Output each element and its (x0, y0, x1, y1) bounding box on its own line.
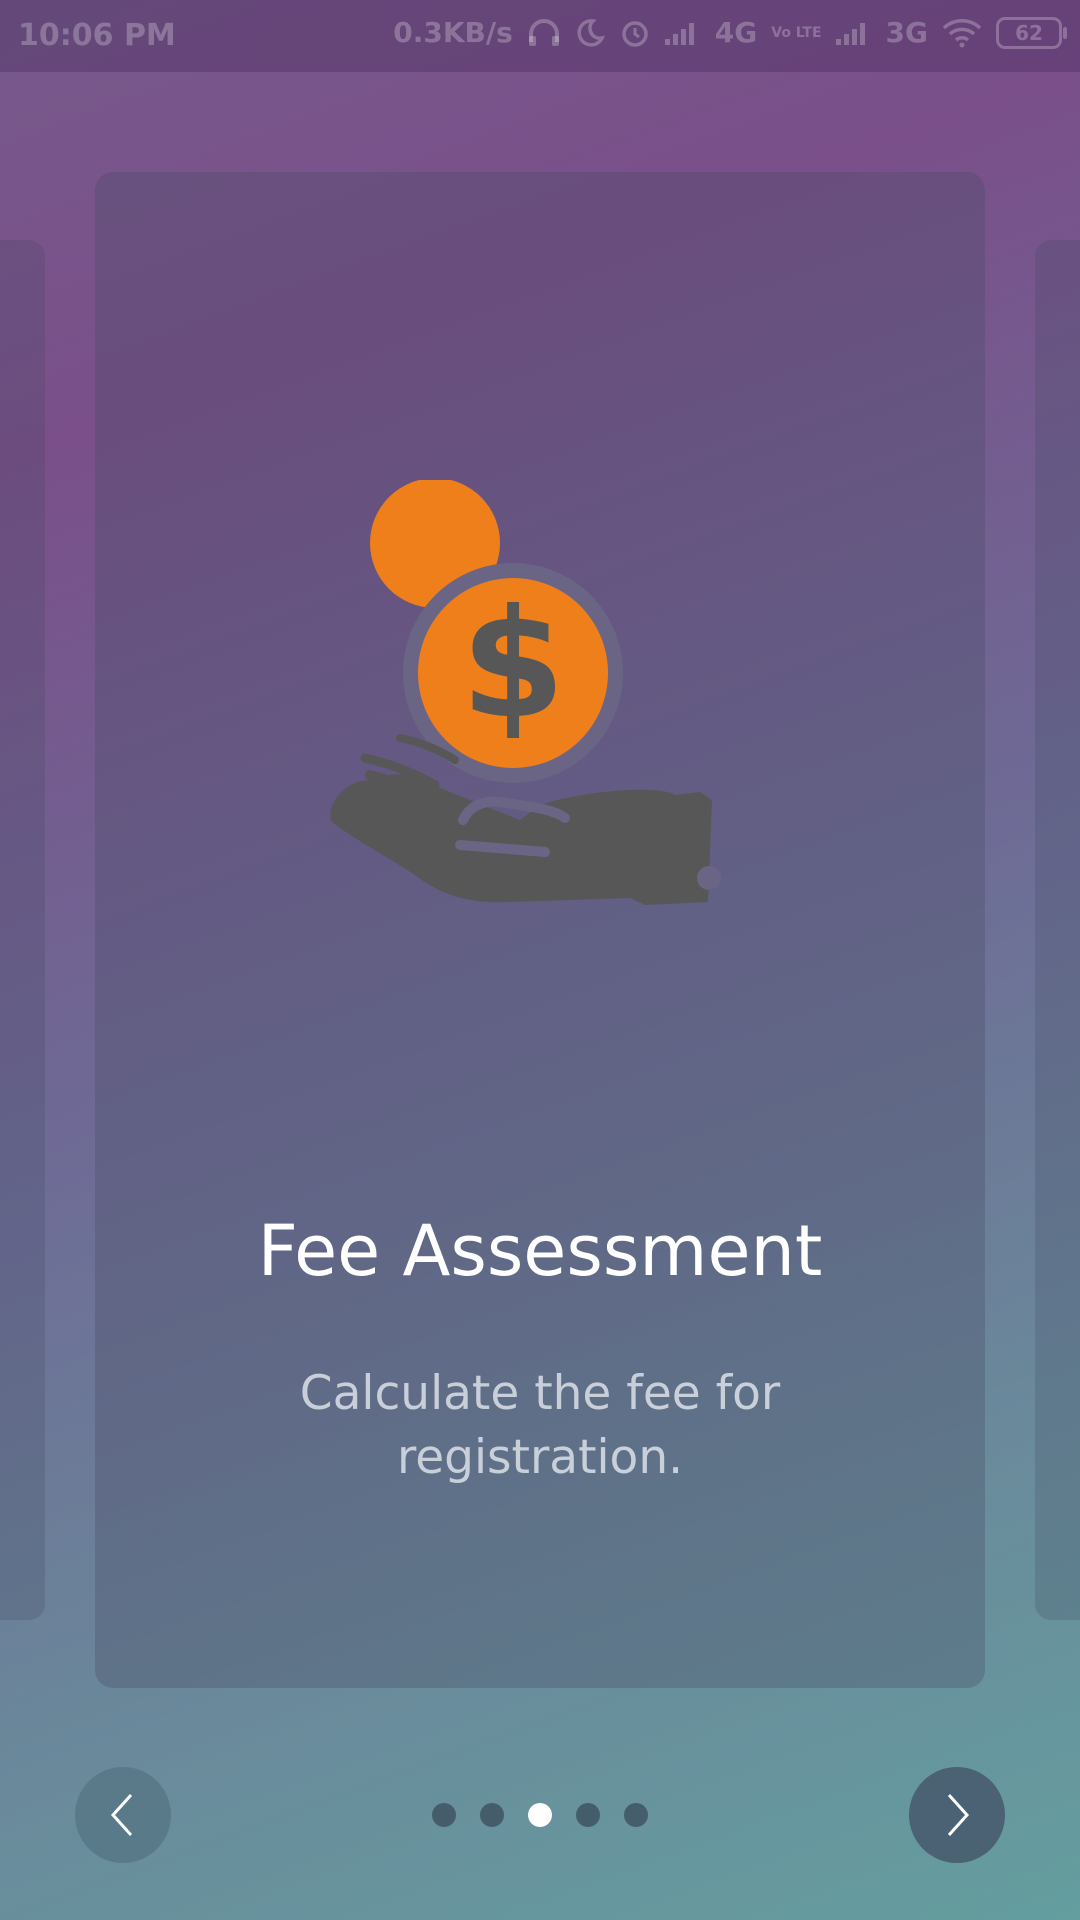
battery-icon: 62 (996, 16, 1067, 49)
hand-with-coins-icon: $ (320, 478, 760, 920)
status-bar: 10:06 PM 0.3KB/s 4G Vo LTE 3G 62 (0, 0, 1080, 72)
status-icons: 0.3KB/s 4G Vo LTE 3G 62 (393, 16, 1067, 49)
volte-label: Vo LTE (771, 24, 822, 41)
onboarding-screen: 10:06 PM 0.3KB/s 4G Vo LTE 3G 62 $ Fee A… (0, 0, 1080, 1920)
page-dot-2[interactable] (480, 1803, 504, 1827)
next-button[interactable] (909, 1767, 1005, 1863)
svg-text:$: $ (461, 578, 565, 752)
chevron-right-icon (947, 1793, 970, 1837)
status-time: 10:06 PM (18, 18, 176, 53)
network2-label: 3G (885, 16, 928, 49)
page-dot-4[interactable] (576, 1803, 600, 1827)
headphones-icon (527, 18, 561, 48)
network1-label: 4G (714, 16, 758, 49)
signal-icon (835, 21, 872, 45)
signal-icon (664, 21, 701, 45)
next-slide-card[interactable] (1035, 240, 1080, 1620)
previous-slide-card[interactable] (0, 240, 45, 1620)
network-speed: 0.3KB/s (393, 16, 513, 49)
chevron-left-icon (110, 1793, 133, 1837)
wifi-icon (942, 18, 982, 48)
page-dot-1[interactable] (432, 1803, 456, 1827)
slide-description: Calculate the fee for registration. (299, 1366, 781, 1485)
moon-icon (575, 18, 605, 48)
page-indicator (432, 1803, 648, 1827)
slide-title: Fee Assessment (257, 1210, 823, 1292)
alarm-icon (619, 17, 651, 49)
page-dot-3-active[interactable] (528, 1803, 552, 1827)
page-dot-5[interactable] (624, 1803, 648, 1827)
previous-button[interactable] (75, 1767, 171, 1863)
